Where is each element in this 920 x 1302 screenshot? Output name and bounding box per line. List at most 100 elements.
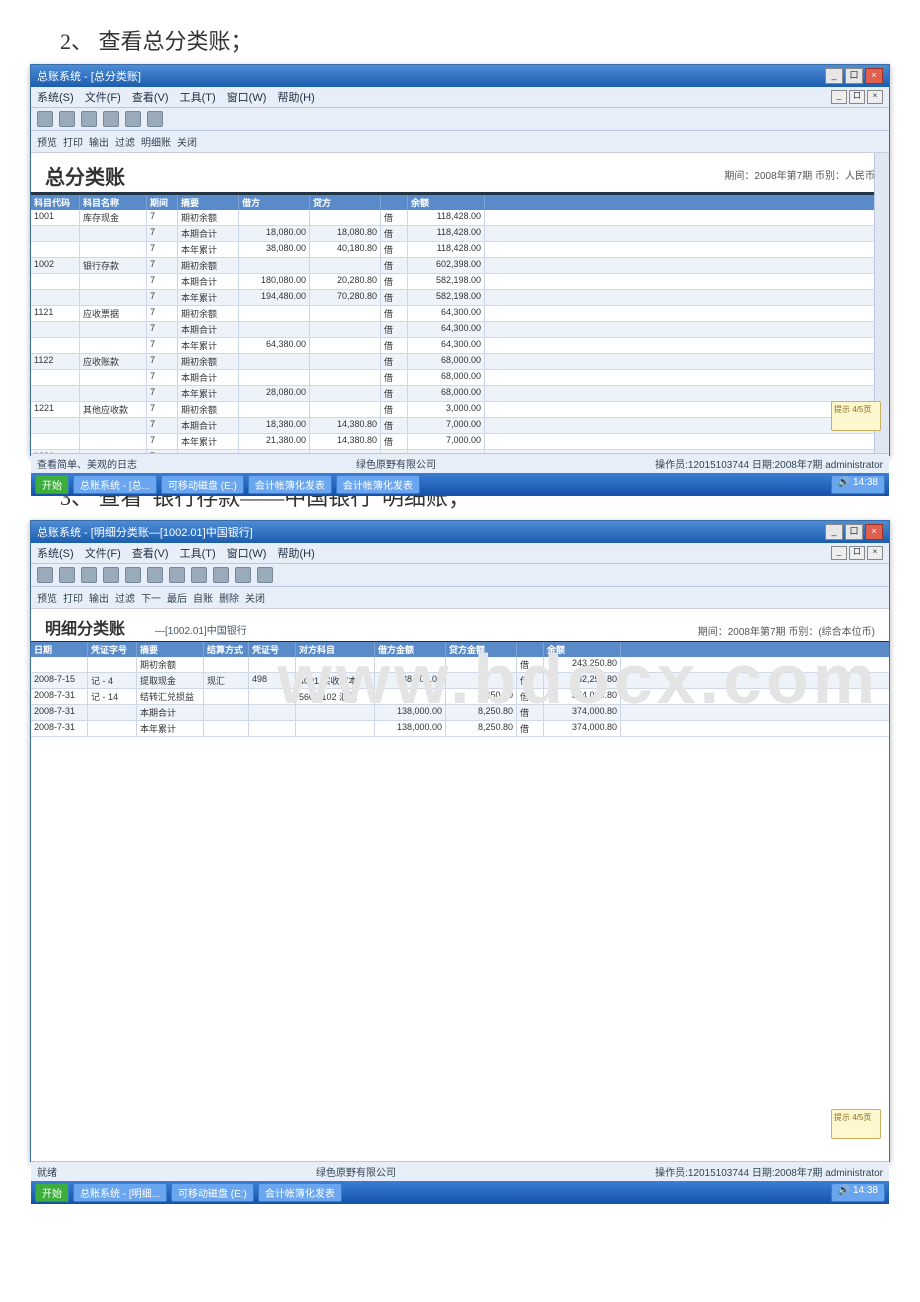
table-row[interactable]: 7本期合计180,080.0020,280.80借582,198.00 [31,274,889,290]
tl-print[interactable]: 打印 [63,134,83,149]
first-icon[interactable] [125,567,141,583]
cell [80,434,147,449]
export-icon[interactable] [81,111,97,127]
mdi-max[interactable]: 口 [849,90,865,104]
print-icon[interactable] [59,567,75,583]
delete-icon[interactable] [235,567,251,583]
table-row[interactable]: 7本期合计18,080.0018,080.80借118,428.00 [31,226,889,242]
menu-view[interactable]: 查看(V) [132,548,169,560]
tl2-2[interactable]: 输出 [89,590,109,605]
mdi-close[interactable]: × [867,546,883,560]
tl-export[interactable]: 输出 [89,134,109,149]
table-row[interactable]: 1002银行存款7期初余额借602,398.00 [31,258,889,274]
tl-detail[interactable]: 明细账 [141,134,171,149]
maximize-button[interactable]: 口 [845,68,863,84]
task-app[interactable]: 总账系统 - [总... [73,475,157,494]
table-row[interactable]: 7本年累计38,080.0040,180.80借118,428.00 [31,242,889,258]
menu-help[interactable]: 帮助(H) [277,92,314,104]
export-icon[interactable] [81,567,97,583]
table-row[interactable]: 7本年累计194,480.0070,280.80借582,198.00 [31,290,889,306]
tray[interactable]: 🔊 14:38 [831,1183,885,1202]
tl2-1[interactable]: 打印 [63,590,83,605]
filter-icon[interactable] [103,111,119,127]
table-row[interactable]: 1121应收票据7期初余额借64,300.00 [31,306,889,322]
cell: 118,428.00 [408,242,485,257]
col-header: 摘要 [178,195,239,210]
table-row[interactable]: 期初余额借243,250.80 [31,657,889,673]
close-icon[interactable] [257,567,273,583]
menu-system[interactable]: 系统(S) [37,548,74,560]
close-button[interactable]: × [865,524,883,540]
grid-header: 科目代码科目名称期间摘要借方贷方余额 [31,195,889,210]
cell: 应收票据 [80,306,147,321]
mdi-max[interactable]: 口 [849,546,865,560]
task-disk[interactable]: 可移动磁盘 (E:) [161,475,244,494]
task-doc[interactable]: 会计帐簿化发表 [258,1183,342,1202]
start-button[interactable]: 开始 [35,1183,69,1202]
detail-icon[interactable] [125,111,141,127]
tips-balloon[interactable]: 提示 4/5页 [831,1109,881,1139]
tl2-0[interactable]: 预览 [37,590,57,605]
tl-close[interactable]: 关闭 [177,134,197,149]
table-row[interactable]: 7本期合计借64,300.00 [31,322,889,338]
table-row[interactable]: 1001库存现金7期初余额借118,428.00 [31,210,889,226]
menu-tools[interactable]: 工具(T) [180,548,216,560]
menu-tools[interactable]: 工具(T) [180,92,216,104]
cell: 7 [147,290,178,305]
maximize-button[interactable]: 口 [845,524,863,540]
tl2-9[interactable]: 删除 [219,590,239,605]
table-row[interactable]: 2008-7-31本年累计138,000.008,250.80借374,000.… [31,721,889,737]
ledger-icon[interactable] [213,567,229,583]
tray[interactable]: 🔊 14:38 [831,475,885,494]
task-doc1[interactable]: 会计帐簿化发表 [248,475,332,494]
table-row[interactable]: 2008-7-31记 - 14结转汇兑损益5603 102 汇兑8,250.80… [31,689,889,705]
table-row[interactable]: 2008-7-15记 - 4提取现金现汇4984001 实收资本138,000.… [31,673,889,689]
minimize-button[interactable]: _ [825,68,843,84]
menu-help[interactable]: 帮助(H) [277,548,314,560]
tips-balloon[interactable]: 提示 4/5页 [831,401,881,431]
menu-file[interactable]: 文件(F) [85,92,121,104]
next-icon[interactable] [169,567,185,583]
tl2-5[interactable]: 下一 [141,590,161,605]
section2-title: 2、 查看总分类账； [60,24,920,56]
menu-view[interactable]: 查看(V) [132,92,169,104]
close-button[interactable]: × [865,68,883,84]
tl2-6[interactable]: 最后 [167,590,187,605]
table-row[interactable]: 7本期合计18,380.0014,380.80借7,000.00 [31,418,889,434]
preview-icon[interactable] [37,567,53,583]
preview-icon[interactable] [37,111,53,127]
close-icon[interactable] [147,111,163,127]
table-row[interactable]: 1122应收账款7期初余额借68,000.00 [31,354,889,370]
prev-icon[interactable] [147,567,163,583]
menu-window[interactable]: 窗口(W) [227,548,267,560]
task-doc2[interactable]: 会计帐簿化发表 [336,475,420,494]
table-row[interactable]: 7本年累计28,080.00借68,000.00 [31,386,889,402]
cell [310,450,381,453]
minimize-button[interactable]: _ [825,524,843,540]
last-icon[interactable] [191,567,207,583]
filter-icon[interactable] [103,567,119,583]
task-disk[interactable]: 可移动磁盘 (E:) [171,1183,254,1202]
tl-preview[interactable]: 预览 [37,134,57,149]
tl2-10[interactable]: 关闭 [245,590,265,605]
start-button[interactable]: 开始 [35,475,69,494]
tl2-7[interactable]: 自账 [193,590,213,605]
table-row[interactable]: 7本期合计借68,000.00 [31,370,889,386]
table-row[interactable]: 1231坏账准备7期初余额平 [31,450,889,453]
print-icon[interactable] [59,111,75,127]
cell: 期初余额 [178,450,239,453]
menu-system[interactable]: 系统(S) [37,92,74,104]
menu-window[interactable]: 窗口(W) [227,92,267,104]
menu-file[interactable]: 文件(F) [85,548,121,560]
table-row[interactable]: 1221其他应收款7期初余额借3,000.00 [31,402,889,418]
task-app[interactable]: 总账系统 - [明细... [73,1183,167,1202]
cell: 借 [381,306,408,321]
table-row[interactable]: 7本年累计64,380.00借64,300.00 [31,338,889,354]
tl2-3[interactable]: 过滤 [115,590,135,605]
mdi-close[interactable]: × [867,90,883,104]
mdi-min[interactable]: _ [831,546,847,560]
table-row[interactable]: 2008-7-31本期合计138,000.008,250.80借374,000.… [31,705,889,721]
table-row[interactable]: 7本年累计21,380.0014,380.80借7,000.00 [31,434,889,450]
mdi-min[interactable]: _ [831,90,847,104]
tl-filter[interactable]: 过滤 [115,134,135,149]
